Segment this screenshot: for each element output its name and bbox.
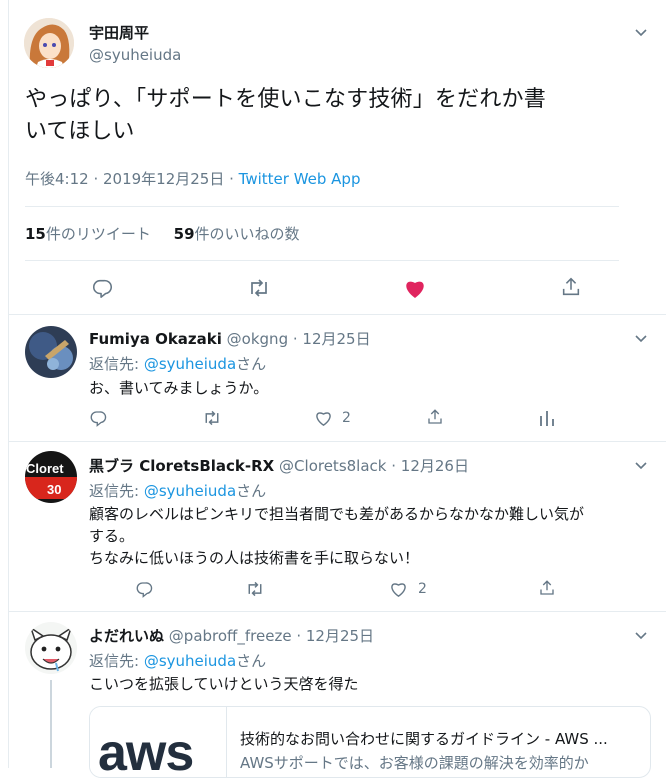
reply-to-label: 返信先: bbox=[89, 482, 144, 500]
avatar[interactable] bbox=[25, 326, 77, 378]
reply-text: お、書いてみましょうか。 bbox=[89, 379, 269, 397]
reply-text-line-3: ちなみに低いほうの人は技術書を手に取らない！ bbox=[89, 549, 420, 567]
chevron-down-icon[interactable] bbox=[633, 330, 651, 348]
link-card-image: aws bbox=[90, 707, 227, 777]
divider bbox=[9, 314, 666, 315]
chevron-down-icon[interactable] bbox=[633, 627, 651, 645]
reply-date[interactable]: · 12月25日 bbox=[296, 627, 374, 645]
reply-text: こいつを拡張していけという天啓を得た bbox=[89, 675, 359, 693]
divider bbox=[25, 260, 619, 261]
heart-icon[interactable] bbox=[403, 277, 427, 299]
reply-to-label: 返信先: bbox=[89, 652, 144, 670]
avatar[interactable]: Cloret 30 bbox=[25, 451, 77, 503]
avatar-number: 30 bbox=[47, 482, 61, 497]
reply-icon[interactable] bbox=[89, 409, 107, 427]
reply-text-line-2: する。 bbox=[89, 527, 135, 545]
share-icon[interactable] bbox=[560, 276, 582, 298]
divider bbox=[9, 611, 666, 612]
reply-text-line-1: 顧客のレベルはピンキリで担当者間でも差があるからなかなか難しい気が bbox=[89, 505, 585, 523]
tweet-text-line-1: やっぱり、「サポートを使いこなす技術」をだれか書 bbox=[25, 87, 546, 112]
thread-line bbox=[50, 680, 52, 768]
divider bbox=[9, 441, 666, 442]
reply-header: Fumiya Okazaki @okgng · 12月25日 bbox=[89, 328, 371, 349]
reply-context: 返信先: @syuheiudaさん bbox=[89, 353, 266, 374]
retweet-stat[interactable]: 15件のリツイート bbox=[25, 225, 151, 243]
reply-to-handle[interactable]: @syuheiuda bbox=[144, 482, 236, 500]
tweet-source[interactable]: Twitter Web App bbox=[239, 170, 361, 188]
reply-header: 黒ブラ CloretsBlack-RX @Clorets8lack · 12月2… bbox=[89, 455, 469, 476]
reply-date[interactable]: · 12月26日 bbox=[391, 457, 469, 475]
like-count: 2 bbox=[418, 581, 427, 597]
likes-label: 件のいいねの数 bbox=[194, 225, 300, 243]
share-icon[interactable] bbox=[426, 408, 444, 426]
tweet-timestamp: 午後4:12 · 2019年12月25日 · Twitter Web App bbox=[25, 168, 360, 189]
reply-to-label: 返信先: bbox=[89, 355, 144, 373]
reply-context: 返信先: @syuheiudaさん bbox=[89, 480, 266, 501]
reply-context: 返信先: @syuheiudaさん bbox=[89, 650, 266, 671]
avatar-text: Cloret bbox=[26, 461, 64, 476]
link-card[interactable]: aws 技術的なお問い合わせに関するガイドライン - AWS ... AWSサポ… bbox=[89, 706, 651, 778]
reply-header: よだれいぬ @pabroff_freeze · 12月25日 bbox=[89, 625, 374, 646]
engagement-stats: 15件のリツイート 59件のいいねの数 bbox=[25, 223, 300, 244]
reply-icon[interactable] bbox=[135, 580, 153, 598]
like-icon[interactable] bbox=[314, 409, 333, 427]
handle[interactable]: @pabroff_freeze bbox=[169, 627, 292, 645]
retweets-count: 15 bbox=[25, 225, 46, 243]
reply-icon[interactable] bbox=[91, 277, 113, 299]
handle[interactable]: @syuheiuda bbox=[89, 46, 181, 64]
retweet-icon[interactable] bbox=[247, 277, 271, 299]
retweets-label: 件のリツイート bbox=[45, 225, 151, 243]
reply-date[interactable]: · 12月25日 bbox=[293, 330, 371, 348]
likes-count: 59 bbox=[173, 225, 195, 243]
handle[interactable]: @okgng bbox=[227, 330, 288, 348]
reply-to-suffix: さん bbox=[236, 482, 267, 500]
display-name[interactable]: 黒ブラ CloretsBlack-RX bbox=[89, 457, 274, 475]
like-count: 2 bbox=[342, 410, 351, 426]
retweet-icon[interactable] bbox=[245, 580, 265, 598]
display-name[interactable]: Fumiya Okazaki bbox=[89, 330, 222, 348]
reply-to-handle[interactable]: @syuheiuda bbox=[144, 355, 236, 373]
analytics-icon[interactable] bbox=[538, 408, 556, 428]
handle[interactable]: @Clorets8lack bbox=[279, 457, 386, 475]
display-name[interactable]: 宇田周平 bbox=[89, 22, 149, 43]
display-name[interactable]: よだれいぬ bbox=[89, 627, 164, 645]
divider bbox=[25, 206, 619, 207]
like-icon[interactable] bbox=[389, 580, 408, 598]
tweet-text-line-2: いてほしい bbox=[25, 119, 135, 144]
chevron-down-icon[interactable] bbox=[633, 457, 651, 475]
retweet-icon[interactable] bbox=[202, 409, 222, 427]
tweet-time[interactable]: 午後4:12 · 2019年12月25日 · bbox=[25, 170, 239, 188]
avatar[interactable] bbox=[25, 622, 77, 674]
reply-to-suffix: さん bbox=[236, 652, 267, 670]
like-stat[interactable]: 59件のいいねの数 bbox=[174, 225, 300, 243]
aws-logo: aws bbox=[98, 724, 194, 778]
chevron-down-icon[interactable] bbox=[633, 24, 651, 42]
link-card-description: AWSサポートでは、お客様の課題の解決を効率的か bbox=[240, 754, 589, 772]
avatar[interactable] bbox=[24, 18, 74, 68]
reply-to-suffix: さん bbox=[236, 355, 267, 373]
reply-to-handle[interactable]: @syuheiuda bbox=[144, 652, 236, 670]
link-card-title: 技術的なお問い合わせに関するガイドライン - AWS ... bbox=[240, 730, 608, 748]
share-icon[interactable] bbox=[538, 579, 556, 597]
